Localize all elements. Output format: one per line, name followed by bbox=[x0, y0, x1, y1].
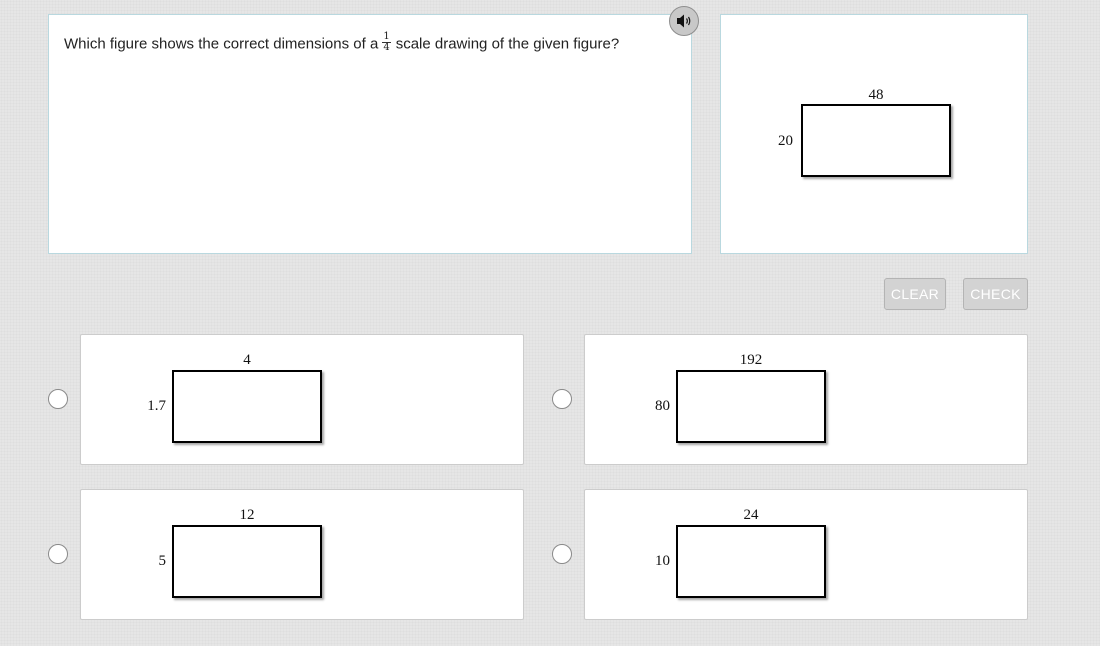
choice-c-width-label: 12 bbox=[239, 507, 255, 523]
choice-d-rectangle bbox=[676, 525, 826, 598]
check-button[interactable]: CHECK bbox=[963, 278, 1028, 310]
given-height-label: 20 bbox=[778, 133, 793, 149]
choice-b-radio[interactable] bbox=[552, 389, 572, 409]
question-text: Which figure shows the correct dimension… bbox=[64, 31, 620, 55]
choice-c-rectangle bbox=[172, 525, 322, 598]
choice-c-radio[interactable] bbox=[48, 544, 68, 564]
choice-c-height-label: 5 bbox=[158, 553, 167, 569]
question-text-after: scale drawing of the given figure? bbox=[395, 35, 620, 53]
choice-a-height-label: 1.7 bbox=[147, 398, 166, 414]
choice-d-card[interactable]: 24 10 bbox=[584, 489, 1028, 620]
choice-a-width-label: 4 bbox=[243, 352, 251, 368]
question-text-before: Which figure shows the correct dimension… bbox=[64, 35, 379, 53]
choice-d-width-label: 24 bbox=[743, 507, 759, 523]
question-panel: Which figure shows the correct dimension… bbox=[48, 14, 692, 254]
given-width-label: 48 bbox=[868, 87, 884, 103]
audio-button[interactable] bbox=[669, 6, 699, 36]
given-rectangle bbox=[801, 104, 951, 177]
speaker-icon bbox=[677, 14, 691, 28]
choice-b-card[interactable]: 192 80 bbox=[584, 334, 1028, 465]
choice-d-height-label: 10 bbox=[655, 553, 670, 569]
choice-b-rectangle bbox=[676, 370, 826, 443]
choice-a-radio[interactable] bbox=[48, 389, 68, 409]
fraction-numerator: 1 bbox=[383, 31, 390, 42]
choice-b-width-label: 192 bbox=[739, 352, 763, 368]
choice-a-card[interactable]: 4 1.7 bbox=[80, 334, 524, 465]
fraction-one-quarter: 14 bbox=[382, 31, 391, 53]
clear-button[interactable]: CLEAR bbox=[884, 278, 946, 310]
choice-c-card[interactable]: 12 5 bbox=[80, 489, 524, 620]
choice-b-height-label: 80 bbox=[655, 398, 670, 414]
choice-d-radio[interactable] bbox=[552, 544, 572, 564]
choice-a-rectangle bbox=[172, 370, 322, 443]
given-figure-panel: 48 20 bbox=[720, 14, 1028, 254]
fraction-denominator: 4 bbox=[382, 42, 391, 53]
